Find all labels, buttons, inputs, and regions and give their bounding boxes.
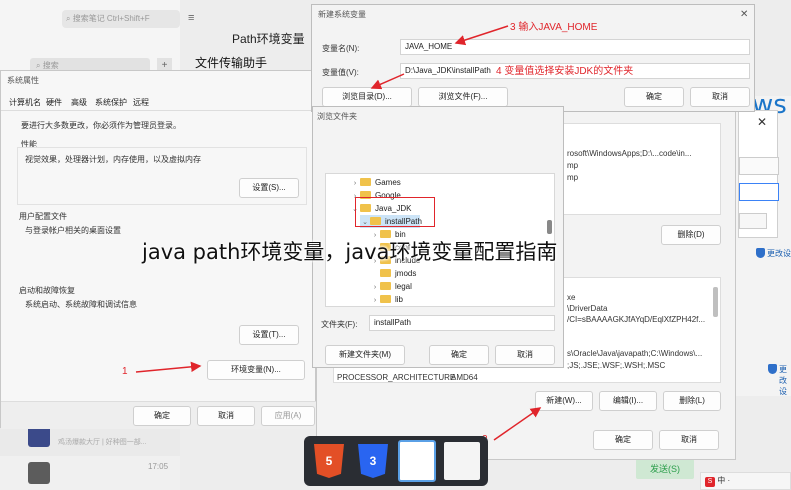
window-thumbnail[interactable] xyxy=(398,440,436,482)
arrow-step-1 xyxy=(135,361,202,373)
page-title-overlay: java path环境变量，java环境变量配置指南 xyxy=(142,240,558,264)
taskbar-preview: 5 3 xyxy=(304,436,488,486)
arrow-step-4 xyxy=(370,73,405,90)
html5-icon[interactable]: 5 xyxy=(314,444,344,478)
annotation-step-1: 1 xyxy=(122,366,128,377)
annotation-step-3: 3 输入JAVA_HOME xyxy=(510,22,598,33)
window-thumbnail[interactable] xyxy=(444,442,480,480)
annotation-step-4: 4 变量值选择安装JDK的文件夹 xyxy=(496,66,634,77)
arrow-step-3 xyxy=(454,25,509,46)
css3-icon[interactable]: 3 xyxy=(358,444,388,478)
arrow-step-2 xyxy=(493,407,542,441)
